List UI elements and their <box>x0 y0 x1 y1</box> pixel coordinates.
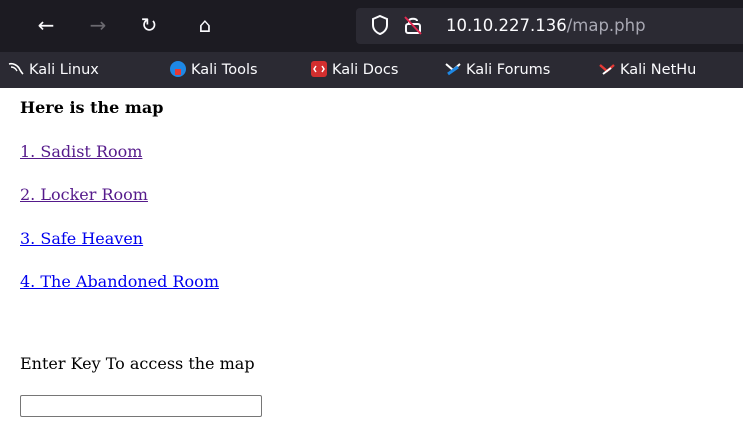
kali-docs-icon <box>311 61 327 77</box>
url-host: 10.10.227.136 <box>446 16 567 35</box>
bookmark-kali-nethunter[interactable]: Kali NetHu <box>599 60 696 80</box>
address-bar[interactable]: 10.10.227.136/map.php <box>356 8 743 44</box>
bookmark-kali-linux[interactable]: Kali Linux <box>8 60 99 80</box>
kali-forums-icon <box>445 61 461 77</box>
bookmark-label: Kali NetHu <box>620 62 697 78</box>
key-prompt: Enter Key To access the map <box>20 354 255 373</box>
back-button[interactable]: ← <box>34 13 58 37</box>
shield-icon[interactable] <box>370 14 392 36</box>
bookmark-label: Kali Docs <box>332 62 399 78</box>
insecure-lock-icon[interactable] <box>402 14 424 36</box>
bookmarks-toolbar: Kali Linux Kali Tools Kali Docs Kali For… <box>0 52 743 88</box>
map-link-abandoned-room[interactable]: 4. The Abandoned Room <box>20 272 219 291</box>
url-text[interactable]: 10.10.227.136/map.php <box>446 15 646 37</box>
kali-tools-icon <box>170 61 186 77</box>
bookmark-label: Kali Linux <box>29 62 99 78</box>
bookmark-kali-forums[interactable]: Kali Forums <box>445 60 550 80</box>
home-button[interactable]: ⌂ <box>193 13 217 37</box>
page-title: Here is the map <box>20 98 164 117</box>
bookmark-kali-docs[interactable]: Kali Docs <box>311 60 398 80</box>
bookmark-kali-tools[interactable]: Kali Tools <box>170 60 258 80</box>
map-link-sadist-room[interactable]: 1. Sadist Room <box>20 142 142 161</box>
browser-toolbar: ← → ↻ ⌂ 10.10.227.136/map.php <box>0 0 743 52</box>
forward-button[interactable]: → <box>86 13 110 37</box>
bookmark-label: Kali Forums <box>466 62 551 78</box>
kali-dragon-icon <box>8 61 24 77</box>
bookmark-label: Kali Tools <box>191 62 258 78</box>
map-link-locker-room[interactable]: 2. Locker Room <box>20 185 148 204</box>
key-input[interactable] <box>20 395 262 417</box>
map-link-safe-heaven[interactable]: 3. Safe Heaven <box>20 229 143 248</box>
reload-button[interactable]: ↻ <box>137 13 161 37</box>
kali-nethunter-icon <box>599 61 615 77</box>
url-path: /map.php <box>566 16 646 35</box>
